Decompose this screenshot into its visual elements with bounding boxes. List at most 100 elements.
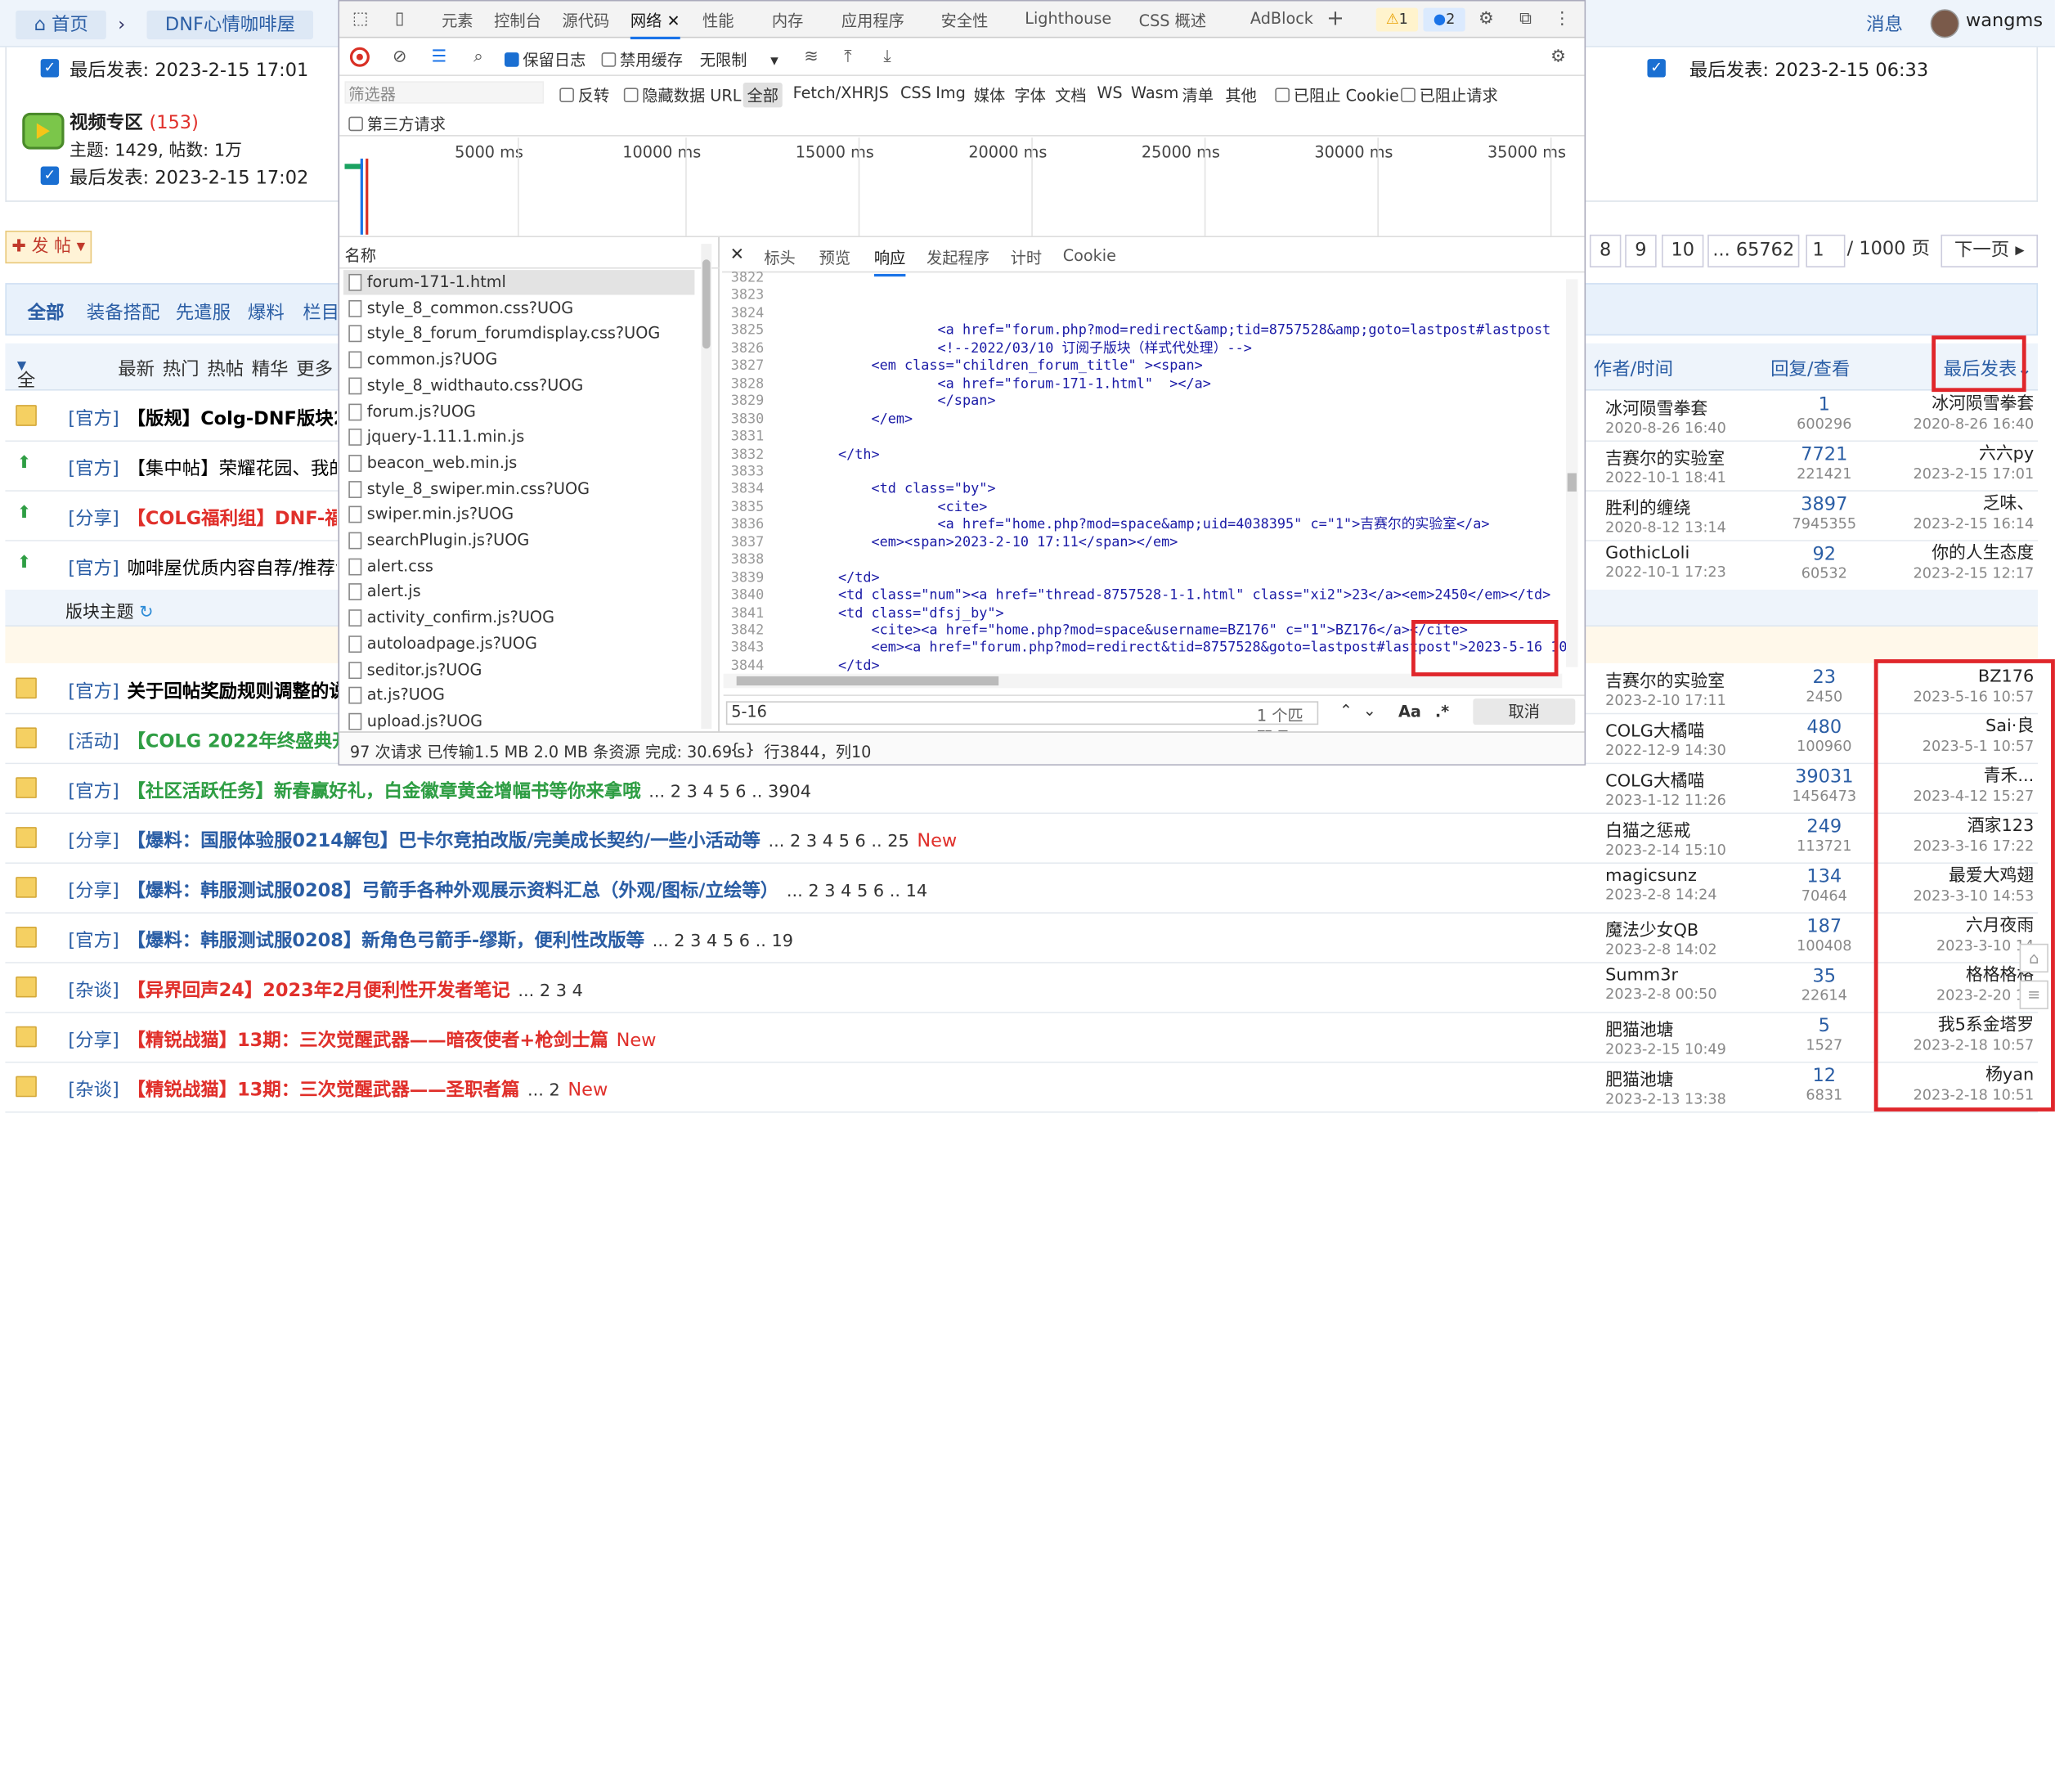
type-filter-1[interactable]: Fetch/XHR bbox=[793, 84, 875, 102]
rtab-preview[interactable]: 预览 bbox=[819, 246, 850, 268]
dock-icon[interactable]: ⧉ bbox=[1515, 9, 1537, 30]
thread-author[interactable]: 肥猫池塘 2023-2-15 10:49 bbox=[1605, 1016, 1749, 1058]
page-last[interactable]: ... 65762 bbox=[1707, 234, 1800, 267]
breadcrumb-forum[interactable]: DNF心情咖啡屋 bbox=[146, 10, 314, 40]
last-post[interactable]: 六六py 2023-2-15 17:01 bbox=[1879, 444, 2035, 482]
search-icon[interactable]: ⌕ bbox=[468, 47, 489, 69]
author-name[interactable]: COLG大橘喵 bbox=[1605, 722, 1704, 742]
thread-author[interactable]: 魔法少女QB 2023-2-8 14:02 bbox=[1605, 916, 1749, 959]
thread-tag[interactable]: [分享] bbox=[68, 505, 119, 531]
page-input[interactable]: 1 bbox=[1806, 234, 1846, 267]
column-reply-view[interactable]: 回复/查看 bbox=[1770, 355, 1850, 381]
page-links[interactable]: ... 2 3 4 bbox=[518, 981, 583, 1001]
more-icon[interactable]: ⋮ bbox=[1551, 9, 1573, 30]
preserve-log-checkbox[interactable]: 保留日志 bbox=[505, 48, 586, 70]
author-name[interactable]: COLG大橘喵 bbox=[1605, 772, 1704, 792]
blocked-cookie-checkbox[interactable]: 已阻止 Cookie bbox=[1275, 84, 1399, 106]
cancel-search-button[interactable]: 取消 bbox=[1473, 698, 1576, 725]
thread-title[interactable]: 【异界回声24】2023年2月便利性开发者笔记 bbox=[127, 981, 509, 1002]
author-name[interactable]: magicsunz bbox=[1605, 866, 1697, 886]
replies[interactable]: 7721 bbox=[1770, 444, 1880, 465]
thread-tag[interactable]: [官方] bbox=[68, 927, 119, 953]
blocked-requests-checkbox[interactable]: 已阻止请求 bbox=[1401, 84, 1498, 106]
rtab-headers[interactable]: 标头 bbox=[764, 246, 795, 268]
replies[interactable]: 92 bbox=[1770, 544, 1880, 565]
filter-more[interactable]: 更多 bbox=[296, 355, 333, 381]
rtab-cookie[interactable]: Cookie bbox=[1063, 246, 1116, 264]
tab-preview-server[interactable]: 先遣服 bbox=[176, 299, 231, 325]
page-links[interactable]: ... 2 3 4 5 6 .. 14 bbox=[787, 882, 927, 901]
thread-title[interactable]: 【COLG福利组】DNF-福利 bbox=[127, 505, 336, 531]
list-icon[interactable]: ≡ bbox=[2019, 980, 2048, 1009]
replies[interactable]: 3897 bbox=[1770, 494, 1880, 515]
thread-tag[interactable]: [官方] bbox=[68, 405, 119, 431]
third-party-checkbox[interactable]: 第三方请求 bbox=[348, 113, 446, 135]
thread-title[interactable]: 【COLG 2022年终盛典开幕 bbox=[127, 731, 369, 752]
type-filter-3[interactable]: CSS bbox=[900, 84, 931, 102]
warning-badge[interactable]: ⚠1 bbox=[1375, 7, 1419, 32]
author-name[interactable]: GothicLoli bbox=[1605, 544, 1689, 564]
request-item[interactable]: style_8_widthauto.css?UOG bbox=[343, 373, 694, 397]
tab-column[interactable]: 栏目 bbox=[303, 299, 339, 325]
filter-digest[interactable]: 精华 bbox=[252, 355, 289, 381]
request-scrollbar[interactable] bbox=[701, 244, 712, 729]
request-item[interactable]: style_8_forum_forumdisplay.css?UOG bbox=[343, 321, 694, 346]
thread-title[interactable]: 【爆料：韩服测试服0208】新角色弓箭手-缪斯，便利性改版等 bbox=[127, 931, 644, 952]
thread-author[interactable]: Summ3r 2023-2-8 00:50 bbox=[1605, 966, 1749, 1003]
thread-author[interactable]: COLG大橘喵 2023-1-12 11:26 bbox=[1605, 766, 1749, 809]
replies[interactable]: 187 bbox=[1770, 916, 1880, 937]
request-item[interactable]: style_8_common.css?UOG bbox=[343, 296, 694, 321]
last-post[interactable]: 冰河陨雪拳套 2020-8-26 16:40 bbox=[1879, 394, 2035, 432]
replies[interactable]: 12 bbox=[1770, 1066, 1880, 1087]
thread-title[interactable]: 【精锐战猫】13期：三次觉醒武器——暗夜使者+枪剑士篇 bbox=[127, 1031, 608, 1052]
thread-author[interactable]: 白猫之惩戒 2023-2-14 15:10 bbox=[1605, 816, 1749, 859]
match-case-icon[interactable]: Aa bbox=[1398, 703, 1421, 721]
page-8[interactable]: 8 bbox=[1589, 234, 1622, 267]
request-item[interactable]: common.js?UOG bbox=[343, 348, 694, 372]
search-prev-icon[interactable]: ⌃ bbox=[1339, 701, 1353, 719]
type-filter-11[interactable]: 其他 bbox=[1225, 84, 1256, 106]
close-panel-icon[interactable]: ✕ bbox=[730, 245, 744, 265]
close-icon[interactable]: ✕ bbox=[666, 11, 680, 29]
format-icon[interactable]: { } bbox=[730, 740, 756, 758]
author-name[interactable]: 吉赛尔的实验室 bbox=[1605, 450, 1725, 469]
last-poster[interactable]: 你的人生态度 bbox=[1879, 544, 2034, 565]
thread-author[interactable]: 吉赛尔的实验室 2023-2-10 17:11 bbox=[1605, 667, 1749, 709]
last-poster[interactable]: 乏味、 bbox=[1879, 494, 2035, 515]
avatar[interactable] bbox=[1930, 9, 1959, 38]
replies[interactable]: 134 bbox=[1770, 866, 1880, 887]
invert-checkbox[interactable]: 反转 bbox=[559, 84, 609, 106]
export-icon[interactable]: ⤓ bbox=[877, 47, 898, 69]
replies[interactable]: 1 bbox=[1770, 394, 1880, 415]
request-item[interactable]: beacon_web.min.js bbox=[343, 451, 694, 475]
filter-hot-posts[interactable]: 热帖 bbox=[207, 355, 244, 381]
search-input[interactable]: 5-161 个匹配项 bbox=[725, 701, 1319, 747]
dt-tab-lighthouse[interactable]: Lighthouse bbox=[1025, 9, 1111, 27]
type-filter-5[interactable]: 媒体 bbox=[974, 84, 1005, 106]
request-item[interactable]: seditor.js?UOG bbox=[343, 658, 694, 682]
network-settings-icon[interactable]: ⚙ bbox=[1548, 47, 1569, 69]
page-10[interactable]: 10 bbox=[1662, 234, 1704, 267]
thread-tag[interactable]: [分享] bbox=[68, 877, 119, 903]
regex-icon[interactable]: .* bbox=[1435, 703, 1449, 721]
device-icon[interactable]: ▯ bbox=[389, 9, 411, 30]
dt-tab-elements[interactable]: 元素 bbox=[442, 9, 473, 31]
thread-author[interactable]: 胜利的缠绕 2020-8-12 13:14 bbox=[1605, 494, 1749, 537]
request-item[interactable]: activity_confirm.js?UOG bbox=[343, 606, 694, 631]
breadcrumb-home[interactable]: ⌂ 首页 bbox=[16, 10, 107, 40]
name-column-header[interactable]: 名称 bbox=[344, 244, 375, 266]
thread-title[interactable]: 【集中帖】荣耀花园、我的 bbox=[127, 455, 336, 481]
type-filter-6[interactable]: 字体 bbox=[1014, 84, 1045, 106]
messages-link[interactable]: 消息 bbox=[1866, 11, 1903, 37]
thread-tag[interactable]: [分享] bbox=[68, 1026, 119, 1053]
last-poster[interactable]: 冰河陨雪拳套 bbox=[1879, 394, 2034, 415]
thread-title[interactable]: 【社区活跃任务】新春赢好礼，白金徽章黄金增幅书等你来拿哦 bbox=[127, 781, 640, 802]
request-item[interactable]: searchPlugin.js?UOG bbox=[343, 528, 694, 553]
replies[interactable]: 35 bbox=[1770, 966, 1880, 987]
username[interactable]: wangms bbox=[1966, 11, 2043, 32]
dt-tab-application[interactable]: 应用程序 bbox=[841, 9, 904, 31]
request-item[interactable]: forum-171-1.html bbox=[343, 270, 695, 295]
author-name[interactable]: 白猫之惩戒 bbox=[1605, 822, 1690, 842]
filter-icon[interactable]: ☰ bbox=[428, 47, 450, 69]
thread-author[interactable]: COLG大橘喵 2022-12-9 14:30 bbox=[1605, 717, 1749, 759]
